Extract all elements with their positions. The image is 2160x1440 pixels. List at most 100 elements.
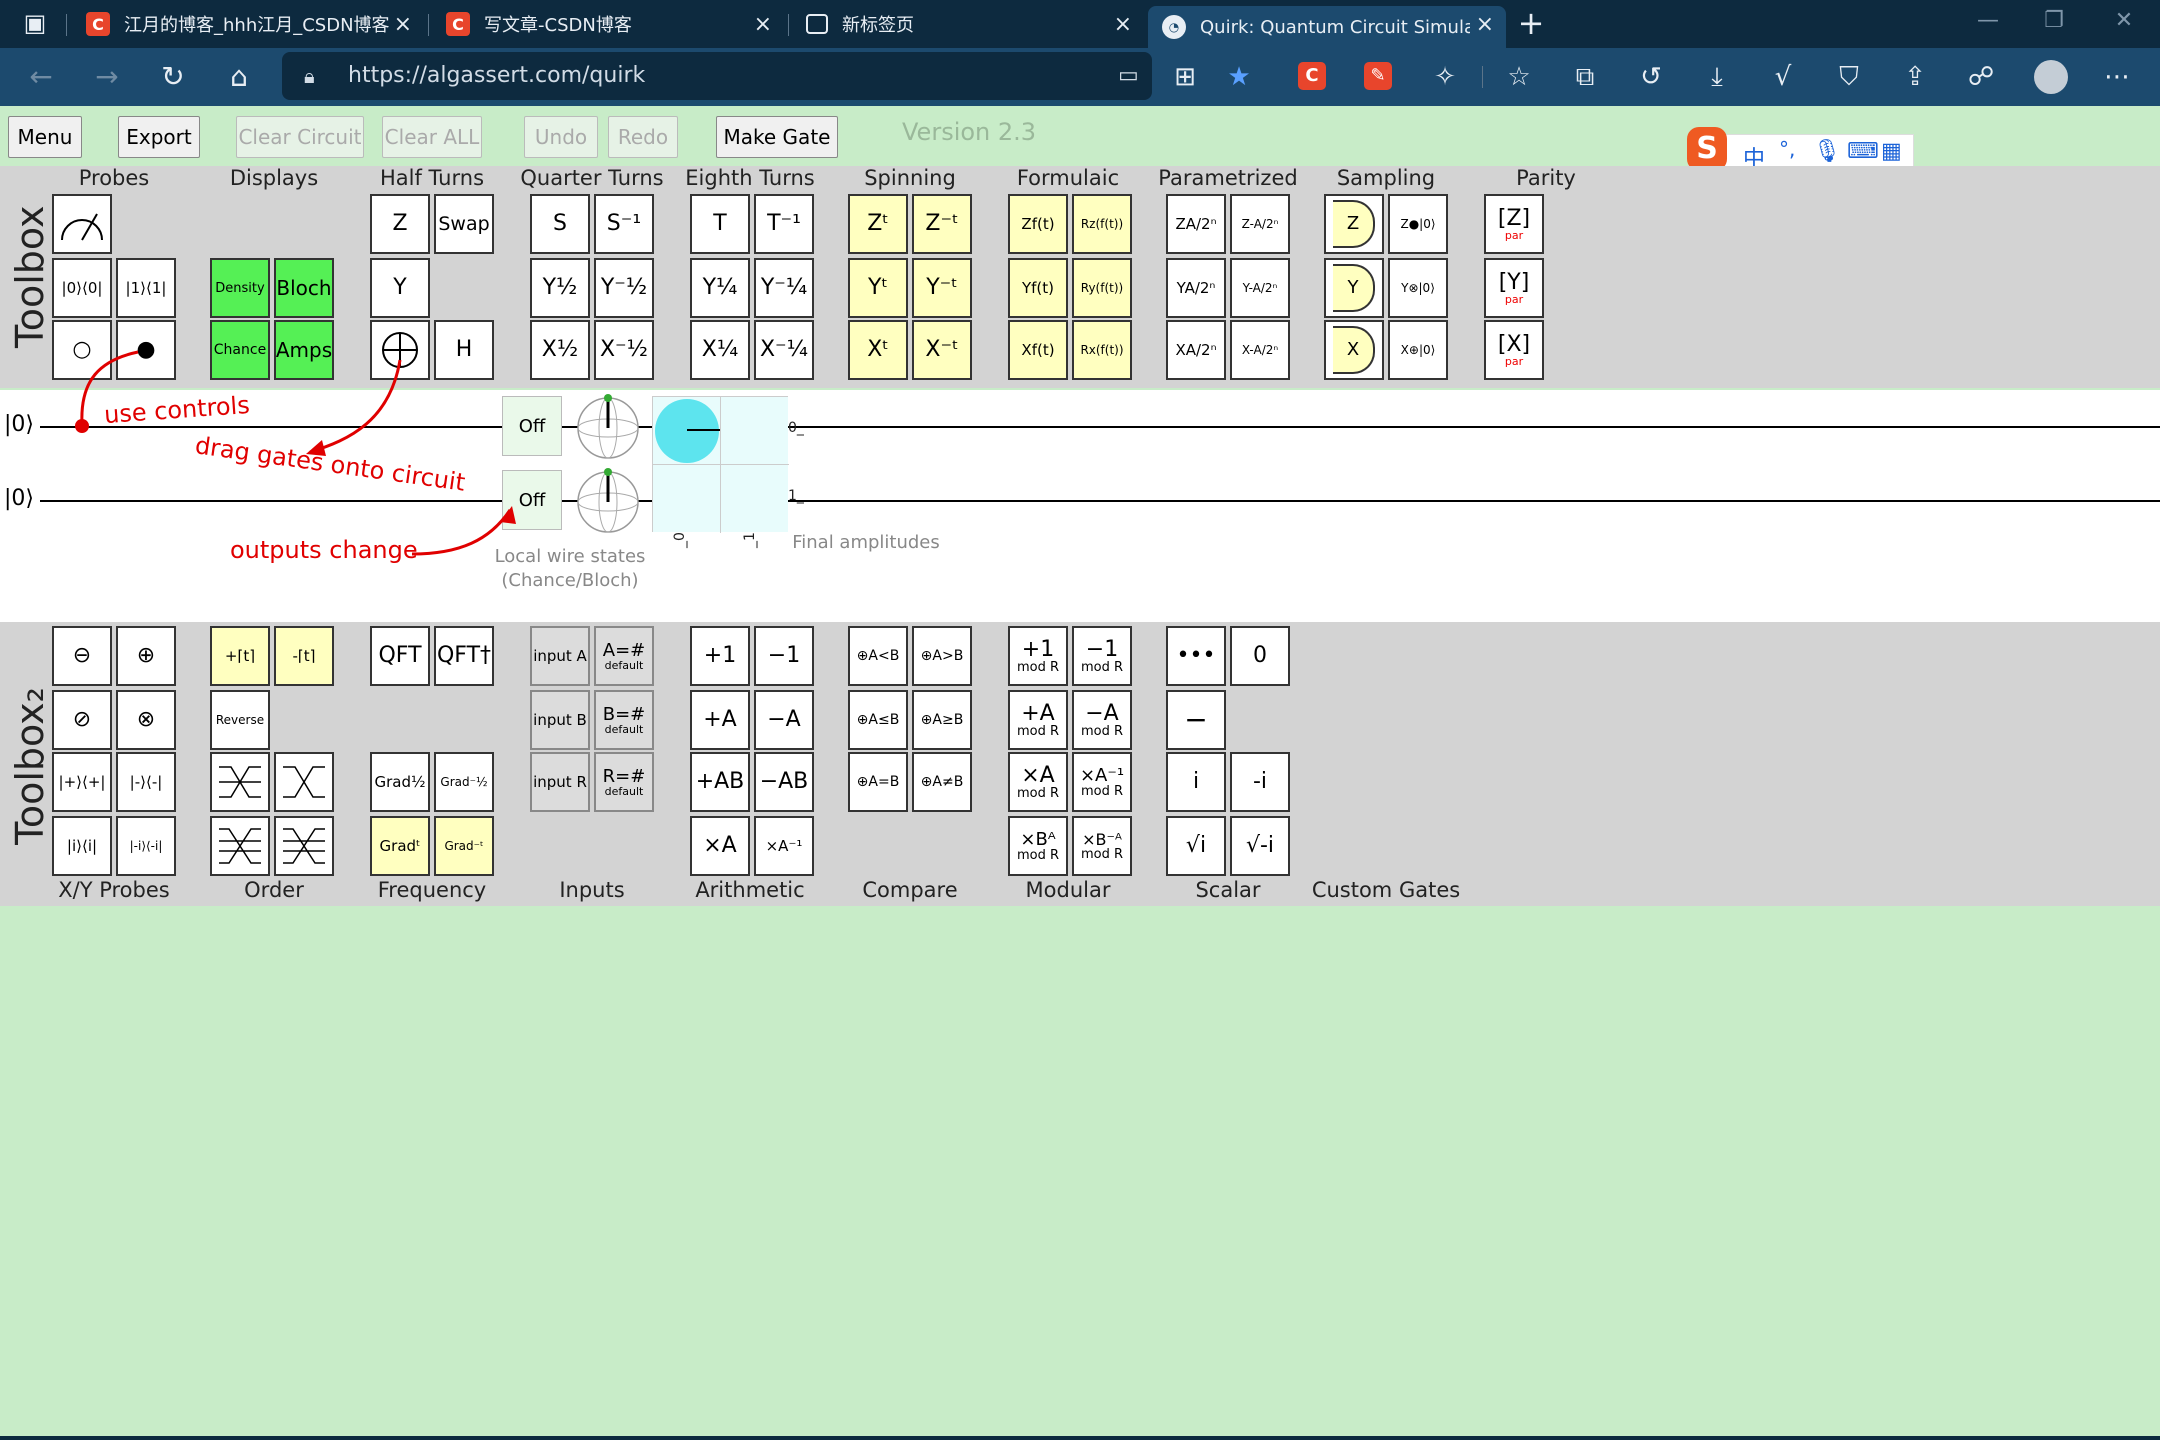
y-neg-a-gate[interactable]: Y-A/2ⁿ — [1230, 258, 1290, 318]
mod-subtract-a-gate[interactable]: −A mod R — [1072, 690, 1132, 750]
y-ft-gate[interactable]: Yf(t) — [1008, 258, 1068, 318]
x-a-gate[interactable]: XA/2ⁿ — [1166, 320, 1226, 380]
y-neg-quarter-gate[interactable]: Y⁻¼ — [754, 258, 814, 318]
x-t-gate[interactable]: Xᵗ — [848, 320, 908, 380]
compare-eq-gate[interactable]: ⊕A=B — [848, 752, 908, 812]
cycle-minus-gate[interactable]: -⌈t⌉ — [274, 626, 334, 686]
redo-button[interactable]: Redo — [608, 116, 678, 158]
download-icon[interactable]: ⤓ — [1698, 58, 1736, 96]
y-t-gate[interactable]: Yᵗ — [848, 258, 908, 318]
zero-gate[interactable]: 0 — [1230, 626, 1290, 686]
x-neg-t-gate[interactable]: X⁻ᵗ — [912, 320, 972, 380]
url-input[interactable]: 🔒︎ https://algassert.com/quirk ▭ — [282, 52, 1152, 100]
qft-gate[interactable]: QFT — [370, 626, 430, 686]
history-icon[interactable]: ↺ — [1632, 58, 1670, 96]
y-neg-half-gate[interactable]: Y⁻½ — [594, 258, 654, 318]
postselect-1-gate[interactable]: |1⟩⟨1| — [116, 258, 176, 318]
t-inverse-gate[interactable]: T⁻¹ — [754, 194, 814, 254]
shield-icon[interactable]: ⛉ — [1830, 58, 1868, 96]
y-sample-gate[interactable]: Y — [1324, 258, 1384, 318]
profile-avatar[interactable] — [2034, 60, 2068, 94]
y-control-gate[interactable]: ⊗ — [116, 690, 176, 750]
mod-power-inverse-gate[interactable]: ×B⁻ᴬ mod R — [1072, 816, 1132, 876]
tab-blog[interactable]: C 江月的博客_hhh江月_CSDN博客 × — [72, 6, 424, 42]
deinterleave-gate[interactable] — [274, 752, 334, 812]
nothing-gate[interactable]: ••• — [1166, 626, 1226, 686]
s-gate[interactable]: S — [530, 194, 590, 254]
menu-button[interactable]: Menu — [8, 116, 82, 158]
mod-decrement-gate[interactable]: −1 mod R — [1072, 626, 1132, 686]
input-r-gate[interactable]: input R — [530, 752, 590, 812]
apps-icon[interactable]: ⊞ — [1166, 58, 1204, 96]
set-a-gate[interactable]: A=# default — [594, 626, 654, 686]
csdn-extension-icon[interactable]: C — [1298, 62, 1326, 90]
z-ft-gate[interactable]: Zf(t) — [1008, 194, 1068, 254]
x-neg-a-gate[interactable]: X-A/2ⁿ — [1230, 320, 1290, 380]
phase-gradient-half-gate[interactable]: Grad½ — [370, 752, 430, 812]
sqrt-i-gate[interactable]: √i — [1166, 816, 1226, 876]
increment-gate[interactable]: +1 — [690, 626, 750, 686]
cycle-plus-gate[interactable]: +⌈t⌉ — [210, 626, 270, 686]
y-neg-t-gate[interactable]: Y⁻ᵗ — [912, 258, 972, 318]
collections-icon[interactable]: ⧉ — [1566, 58, 1604, 96]
tab-actions-icon[interactable]: ▣ — [16, 4, 54, 42]
mod-power-gate[interactable]: ×Bᴬ mod R — [1008, 816, 1068, 876]
z-a-gate[interactable]: ZA/2ⁿ — [1166, 194, 1226, 254]
phase-gradient-neg-t-gate[interactable]: Grad⁻ᵗ — [434, 816, 494, 876]
x-quarter-gate[interactable]: X¼ — [690, 320, 750, 380]
sqrt-neg-i-gate[interactable]: √-i — [1230, 816, 1290, 876]
x-detect-reset-gate[interactable]: X⊕|0⟩ — [1388, 320, 1448, 380]
rotate-bits-inverse-gate[interactable] — [274, 816, 334, 876]
keyboard-icon[interactable]: ⌨ — [1847, 139, 1879, 164]
tab-write[interactable]: C 写文章-CSDN博客 × — [432, 6, 784, 42]
microphone-icon[interactable]: 🎙︎ — [1813, 139, 1841, 164]
new-tab-icon[interactable]: + — [1512, 4, 1550, 42]
x-control-gate[interactable]: ⊕ — [116, 626, 176, 686]
input-b-gate[interactable]: input B — [530, 690, 590, 750]
mod-increment-gate[interactable]: +1 mod R — [1008, 626, 1068, 686]
postselect-0-gate[interactable]: |0⟩⟨0| — [52, 258, 112, 318]
postselect-neg-i-gate[interactable]: |-i⟩⟨-i| — [116, 816, 176, 876]
compare-ge-gate[interactable]: ⊕A≥B — [912, 690, 972, 750]
ime-punct[interactable]: °, — [1779, 137, 1795, 161]
density-display[interactable]: Density — [210, 258, 270, 318]
compare-lt-gate[interactable]: ⊕A<B — [848, 626, 908, 686]
input-a-gate[interactable]: input A — [530, 626, 590, 686]
favorites-icon[interactable]: ☆ — [1500, 58, 1538, 96]
qft-dagger-gate[interactable]: QFT† — [434, 626, 494, 686]
t-gate[interactable]: T — [690, 194, 750, 254]
compare-le-gate[interactable]: ⊕A≤B — [848, 690, 908, 750]
compare-ne-gate[interactable]: ⊕A≠B — [912, 752, 972, 812]
tool-extension-icon[interactable]: ✎ — [1364, 62, 1392, 90]
home-icon[interactable]: ⌂ — [220, 58, 258, 96]
phase-gradient-t-gate[interactable]: Gradᵗ — [370, 816, 430, 876]
y-gate[interactable]: Y — [370, 258, 430, 318]
z-parity-gate[interactable]: [Z] par — [1484, 194, 1544, 254]
z-detect-reset-gate[interactable]: Z●|0⟩ — [1388, 194, 1448, 254]
x-sample-gate[interactable]: X — [1324, 320, 1384, 380]
rx-ft-gate[interactable]: Rx(f(t)) — [1072, 320, 1132, 380]
reverse-gate[interactable]: Reverse — [210, 690, 270, 750]
z-neg-a-gate[interactable]: Z-A/2ⁿ — [1230, 194, 1290, 254]
decrement-gate[interactable]: −1 — [754, 626, 814, 686]
x-ft-gate[interactable]: Xf(t) — [1008, 320, 1068, 380]
multiply-a-gate[interactable]: ×A — [690, 816, 750, 876]
i-gate[interactable]: i — [1166, 752, 1226, 812]
rz-ft-gate[interactable]: Rz(f(t)) — [1072, 194, 1132, 254]
interleave-gate[interactable] — [210, 752, 270, 812]
s-inverse-gate[interactable]: S⁻¹ — [594, 194, 654, 254]
y-detect-reset-gate[interactable]: Y⊗|0⟩ — [1388, 258, 1448, 318]
x-neg-quarter-gate[interactable]: X⁻¼ — [754, 320, 814, 380]
x-neg-half-gate[interactable]: X⁻½ — [594, 320, 654, 380]
y-half-gate[interactable]: Y½ — [530, 258, 590, 318]
make-gate-button[interactable]: Make Gate — [716, 116, 838, 158]
add-ab-gate[interactable]: +AB — [690, 752, 750, 812]
phase-gradient-neg-half-gate[interactable]: Grad⁻½ — [434, 752, 494, 812]
y-anticontrol-gate[interactable]: ⊘ — [52, 690, 112, 750]
clear-circuit-button[interactable]: Clear Circuit — [236, 116, 364, 158]
forward-icon[interactable]: → — [88, 58, 126, 96]
minimize-icon[interactable]: — — [1968, 8, 2008, 33]
negate-gate[interactable]: − — [1166, 690, 1226, 750]
rotate-bits-gate[interactable] — [210, 816, 270, 876]
mod-add-a-gate[interactable]: +A mod R — [1008, 690, 1068, 750]
